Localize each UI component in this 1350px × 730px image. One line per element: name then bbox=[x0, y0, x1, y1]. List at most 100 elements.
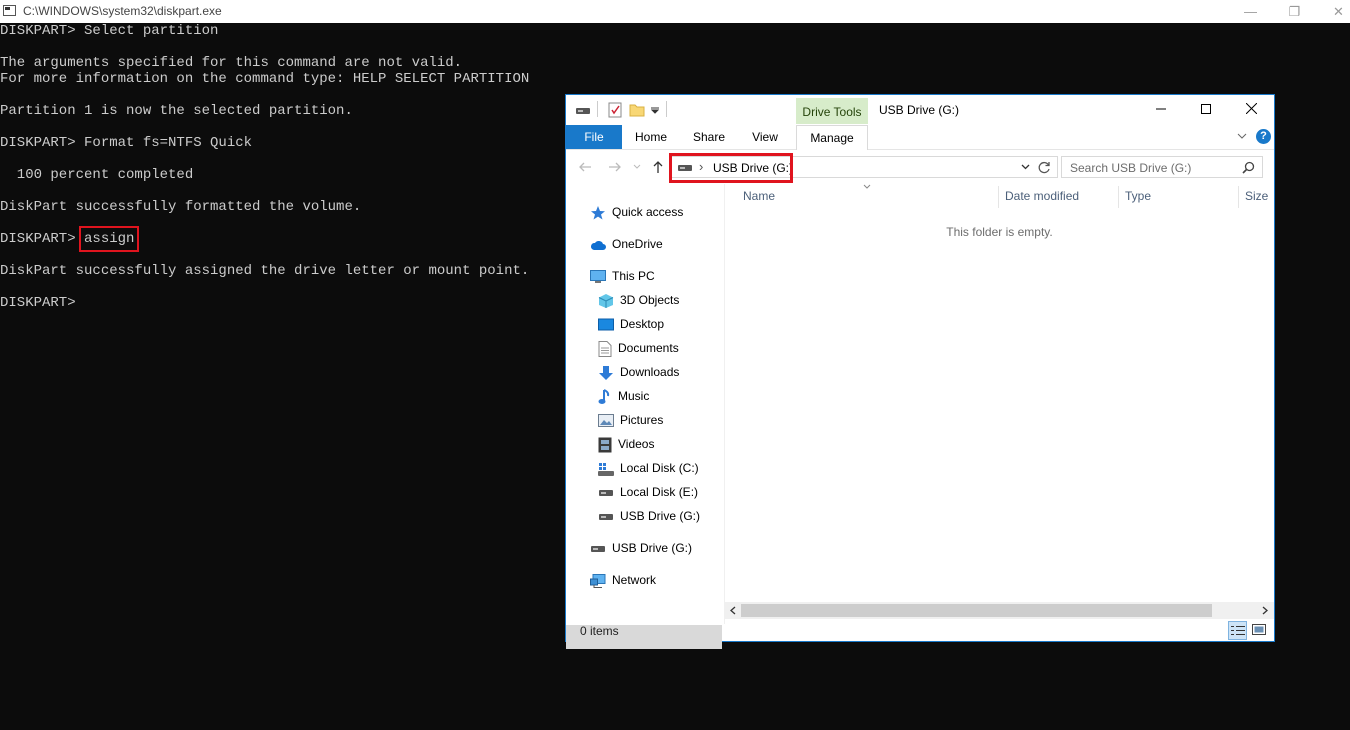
nav-label: Documents bbox=[618, 341, 679, 355]
properties-icon[interactable] bbox=[608, 102, 622, 118]
explorer-maximize-button[interactable] bbox=[1183, 95, 1229, 125]
nav-label: This PC bbox=[612, 269, 655, 283]
file-list[interactable]: Name Date modified Type Size This folder… bbox=[725, 184, 1274, 624]
nav-item-onedrive[interactable]: OneDrive bbox=[590, 233, 663, 255]
address-highlight-box bbox=[669, 153, 793, 183]
nav-item-pictures[interactable]: Pictures bbox=[598, 409, 663, 431]
drive-icon bbox=[599, 513, 613, 520]
drive-icon bbox=[591, 545, 605, 552]
column-divider[interactable] bbox=[1238, 186, 1239, 208]
console-line: DISKPART> Format fs=NTFS Quick bbox=[0, 135, 253, 151]
back-arrow-icon[interactable] bbox=[578, 161, 592, 173]
large-icons-view-icon bbox=[1252, 624, 1266, 635]
address-dropdown-icon[interactable] bbox=[1021, 164, 1030, 170]
sort-chevron-icon bbox=[863, 184, 871, 189]
search-input[interactable]: Search USB Drive (G:) bbox=[1061, 156, 1263, 178]
up-arrow-icon[interactable] bbox=[652, 160, 664, 174]
horizontal-scrollbar[interactable] bbox=[725, 602, 1274, 619]
nav-item-3d-objects[interactable]: 3D Objects bbox=[598, 289, 679, 311]
ribbon-expand-chevron-icon[interactable] bbox=[1237, 133, 1247, 140]
drive-tools-context-tab: Drive Tools bbox=[796, 98, 868, 124]
console-restore-button[interactable]: ❐ bbox=[1272, 0, 1317, 23]
refresh-icon[interactable] bbox=[1038, 161, 1051, 174]
scrollbar-thumb[interactable] bbox=[741, 604, 1212, 617]
details-view-button[interactable] bbox=[1228, 621, 1247, 640]
console-app-icon bbox=[3, 5, 16, 16]
console-minimize-button[interactable]: — bbox=[1228, 0, 1273, 23]
nav-label: Pictures bbox=[620, 413, 664, 427]
column-header-date-modified[interactable]: Date modified bbox=[1005, 189, 1079, 203]
nav-item-documents[interactable]: Documents bbox=[598, 337, 679, 359]
nav-label: 3D Objects bbox=[620, 293, 680, 307]
tab-manage[interactable]: Manage bbox=[796, 125, 868, 150]
console-titlebar: C:\WINDOWS\system32\diskpart.exe — ❐ ✕ bbox=[0, 0, 1350, 23]
tab-file[interactable]: File bbox=[566, 125, 622, 149]
console-line: DISKPART> Select partition bbox=[0, 23, 219, 39]
nav-label: Videos bbox=[618, 437, 655, 451]
nav-label: USB Drive (G:) bbox=[620, 509, 701, 523]
maximize-icon bbox=[1201, 104, 1211, 114]
console-line: The arguments specified for this command… bbox=[0, 55, 463, 71]
console-prompt-line[interactable]: DISKPART> bbox=[0, 295, 76, 311]
console-close-button[interactable]: ✕ bbox=[1316, 0, 1350, 23]
navigation-pane: Quick access OneDrive This PC 3D Objects… bbox=[566, 184, 725, 649]
scroll-right-icon[interactable] bbox=[1262, 606, 1268, 615]
picture-icon bbox=[598, 413, 614, 427]
tab-share[interactable]: Share bbox=[686, 125, 732, 149]
document-icon bbox=[598, 340, 612, 357]
column-header-name[interactable]: Name bbox=[743, 189, 775, 203]
help-icon[interactable]: ? bbox=[1256, 129, 1271, 144]
nav-label: Desktop bbox=[620, 317, 665, 331]
computer-icon bbox=[590, 269, 606, 283]
console-line: Partition 1 is now the selected partitio… bbox=[0, 103, 353, 119]
nav-item-network[interactable]: Network bbox=[590, 569, 656, 591]
download-arrow-icon bbox=[599, 365, 613, 380]
nav-label: Downloads bbox=[620, 365, 680, 379]
qat-dropdown-icon[interactable] bbox=[651, 106, 659, 114]
ribbon-tabs: File Home Share View Manage ? bbox=[566, 125, 1274, 150]
nav-item-usb-drive-g-sub[interactable]: USB Drive (G:) bbox=[598, 505, 700, 527]
nav-label: Local Disk (C:) bbox=[620, 461, 699, 475]
column-header-type[interactable]: Type bbox=[1125, 189, 1151, 203]
explorer-minimize-button[interactable] bbox=[1138, 95, 1184, 125]
console-title: C:\WINDOWS\system32\diskpart.exe bbox=[23, 4, 222, 18]
nav-item-videos[interactable]: Videos bbox=[598, 433, 654, 455]
column-header-size[interactable]: Size bbox=[1245, 189, 1268, 203]
nav-item-local-disk-c[interactable]: Local Disk (C:) bbox=[598, 457, 699, 479]
column-divider[interactable] bbox=[998, 186, 999, 208]
desktop-icon bbox=[598, 318, 614, 331]
scroll-left-icon[interactable] bbox=[730, 606, 736, 615]
address-row: › USB Drive (G:) Search USB Drive (G:) bbox=[566, 150, 1274, 184]
nav-label: Music bbox=[618, 389, 650, 403]
new-folder-icon[interactable] bbox=[629, 103, 645, 117]
star-icon bbox=[591, 205, 605, 220]
nav-label: Local Disk (E:) bbox=[620, 485, 699, 499]
cloud-icon bbox=[590, 240, 606, 250]
console-line: 100 percent completed bbox=[0, 167, 194, 183]
nav-item-this-pc[interactable]: This PC bbox=[590, 265, 655, 287]
tab-home[interactable]: Home bbox=[628, 125, 674, 149]
details-view-icon bbox=[1231, 626, 1245, 635]
nav-item-local-disk-e[interactable]: Local Disk (E:) bbox=[598, 481, 698, 503]
nav-label: USB Drive (G:) bbox=[612, 541, 693, 555]
search-icon[interactable] bbox=[1242, 161, 1255, 174]
system-drive-icon bbox=[598, 462, 614, 476]
explorer-close-button[interactable] bbox=[1228, 95, 1274, 125]
nav-item-usb-drive-g[interactable]: USB Drive (G:) bbox=[590, 537, 692, 559]
explorer-title: USB Drive (G:) bbox=[879, 103, 960, 117]
drive-icon bbox=[576, 108, 590, 114]
nav-item-quick-access[interactable]: Quick access bbox=[590, 201, 683, 223]
large-icons-view-button[interactable] bbox=[1250, 621, 1269, 640]
explorer-window: Drive Tools USB Drive (G:) File Home Sha… bbox=[565, 94, 1275, 649]
recent-locations-chevron-icon[interactable] bbox=[633, 164, 641, 170]
column-divider[interactable] bbox=[1118, 186, 1119, 208]
console-line: For more information on the command type… bbox=[0, 71, 530, 87]
forward-arrow-icon[interactable] bbox=[608, 161, 622, 173]
console-line: DiskPart successfully assigned the drive… bbox=[0, 263, 530, 279]
tab-view[interactable]: View bbox=[742, 125, 788, 149]
nav-item-music[interactable]: Music bbox=[598, 385, 649, 407]
nav-item-downloads[interactable]: Downloads bbox=[598, 361, 679, 383]
close-icon bbox=[1245, 102, 1257, 115]
music-note-icon bbox=[598, 388, 610, 404]
nav-item-desktop[interactable]: Desktop bbox=[598, 313, 664, 335]
